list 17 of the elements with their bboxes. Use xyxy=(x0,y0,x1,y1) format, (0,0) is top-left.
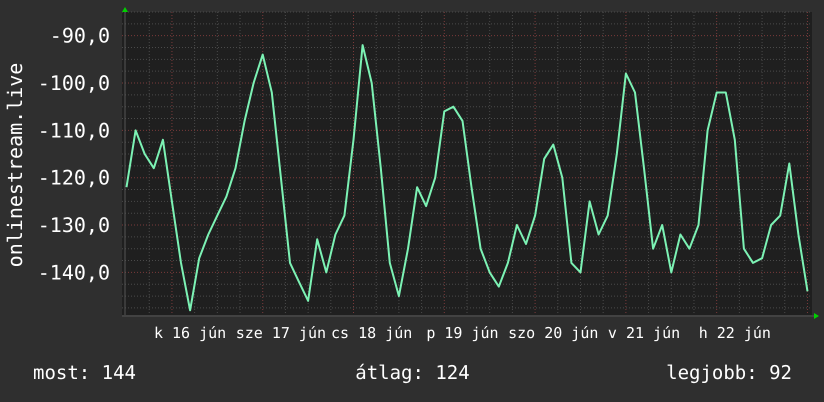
y-tick-label: -140,0 xyxy=(38,260,110,284)
legend-stat: most: 144 xyxy=(33,361,136,386)
y-axis-title: onlinestream.live xyxy=(3,62,27,268)
x-tick-label: v 21 jún xyxy=(608,324,680,342)
y-tick-label: -110,0 xyxy=(38,118,110,142)
x-tick-label: h 22 jún xyxy=(698,324,771,342)
y-tick-label: -120,0 xyxy=(38,166,110,190)
x-tick-label: k 16 jún xyxy=(154,324,226,342)
y-tick-label: -130,0 xyxy=(38,213,110,238)
x-tick-label: p 19 jún xyxy=(426,324,499,342)
y-tick-label: -100,0 xyxy=(38,71,110,96)
x-tick-label: cs 18 jún xyxy=(331,324,412,342)
legend-stat: legjobb: 92 xyxy=(666,361,792,386)
x-tick-label: sze 17 jún xyxy=(236,324,326,342)
y-tick-label: -90,0 xyxy=(50,24,110,48)
x-tick-label: szo 20 jún xyxy=(508,324,598,342)
legend-stat: átlag: 124 xyxy=(355,361,470,386)
